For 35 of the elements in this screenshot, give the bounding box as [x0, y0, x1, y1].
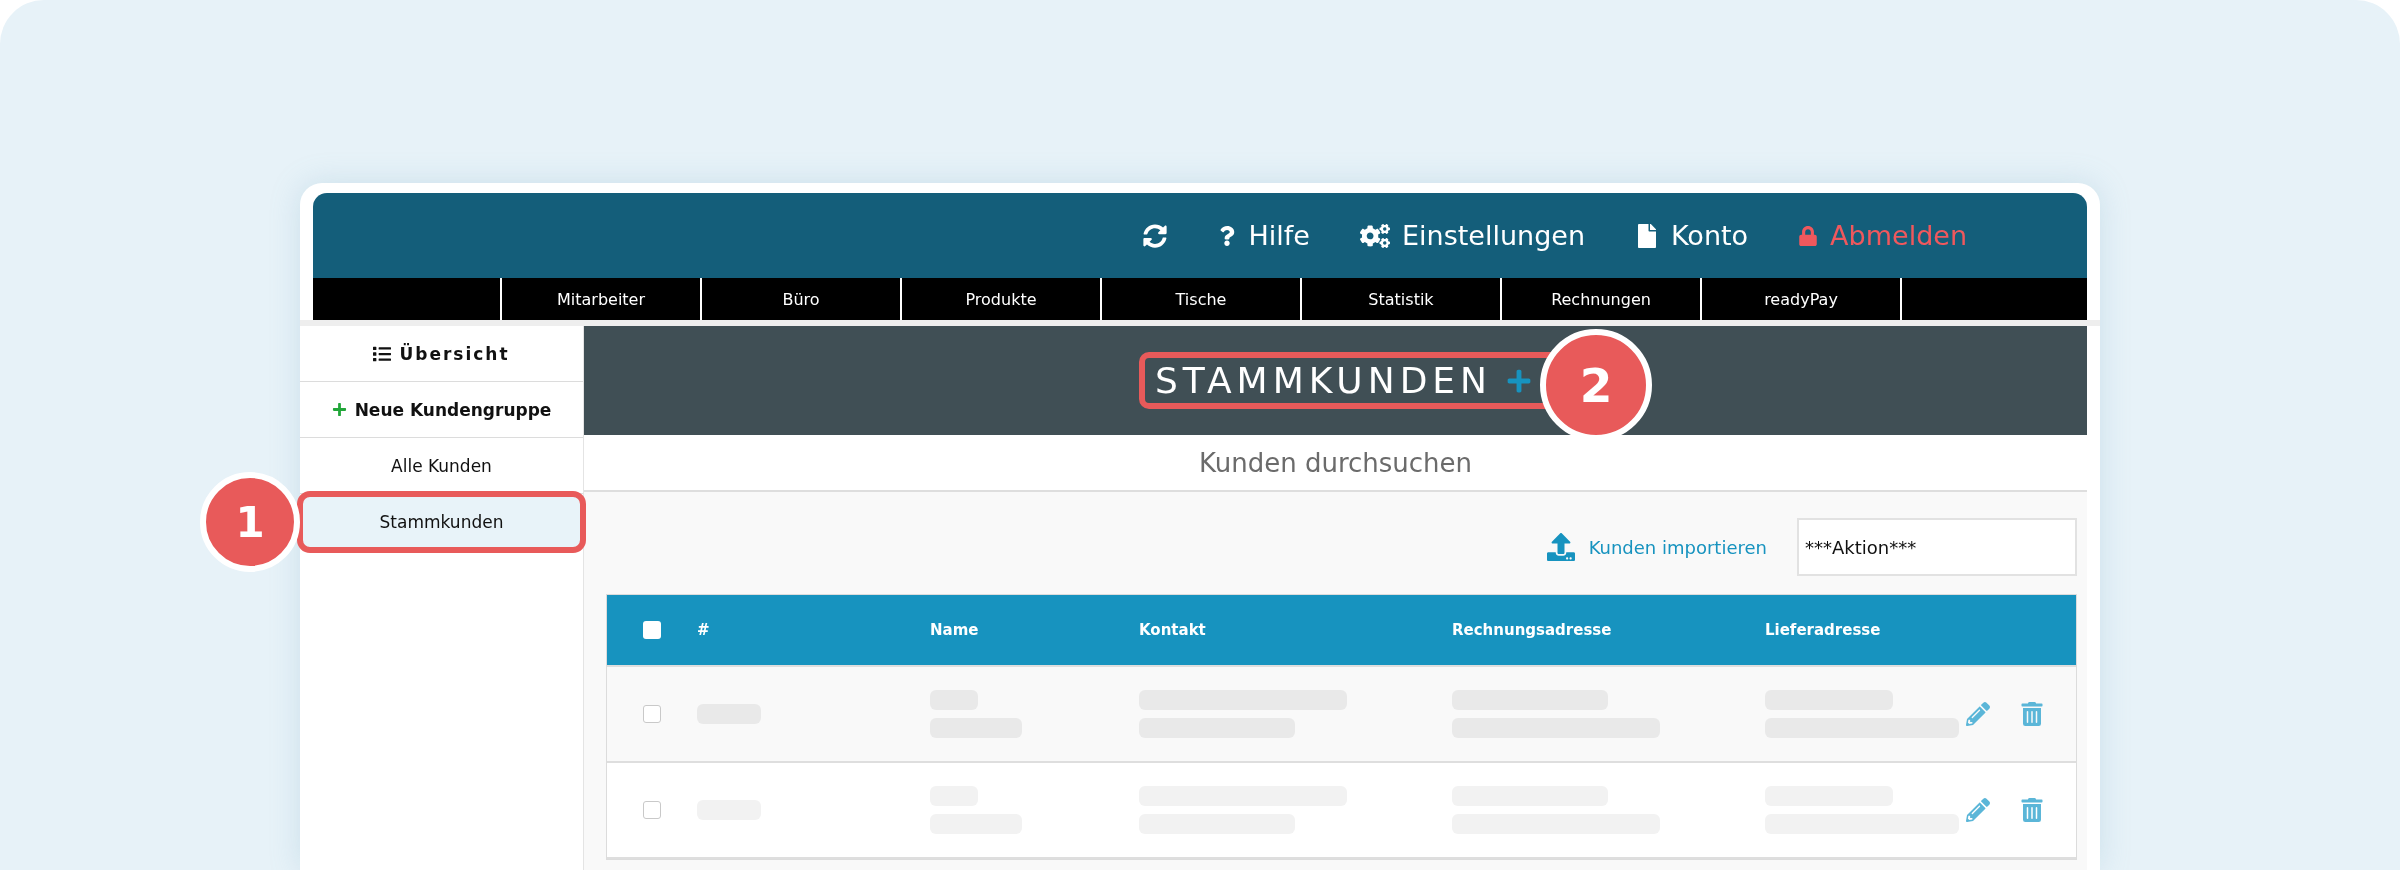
column-header: Kontakt — [1139, 621, 1207, 639]
refresh-button[interactable] — [1142, 223, 1167, 248]
list-icon — [373, 344, 392, 363]
document-icon — [1635, 223, 1659, 248]
sidebar-item[interactable]: Übersicht — [300, 326, 583, 382]
add-icon[interactable] — [1506, 367, 1533, 394]
callout-badge: 1 — [200, 472, 300, 572]
lock-icon — [1798, 225, 1819, 246]
column-header: Lieferadresse — [1765, 621, 1882, 639]
group-title: STAMMKUNDEN — [1154, 360, 1493, 401]
action-select[interactable]: ***Aktion*** — [1797, 518, 2077, 576]
trash-icon — [2020, 702, 2044, 726]
column-header: Name — [930, 621, 980, 639]
delete-button[interactable] — [2020, 702, 2044, 726]
search-toggle[interactable]: Kunden durchsuchen — [584, 435, 2087, 492]
plus-icon — [331, 402, 347, 417]
top-menu-link[interactable]: Hilfe — [1216, 220, 1310, 251]
edit-button[interactable] — [1966, 702, 1990, 726]
pencil-icon — [1966, 702, 1990, 726]
sidebar-item[interactable]: Neue Kundengruppe — [300, 382, 583, 438]
refresh-icon — [1142, 223, 1167, 248]
select-all-checkbox[interactable] — [643, 621, 661, 639]
edit-button[interactable] — [1966, 798, 1990, 822]
sidebar-item[interactable]: Stammkunden — [300, 494, 583, 550]
row-checkbox[interactable] — [643, 801, 661, 819]
trash-icon — [2020, 798, 2044, 822]
pencil-icon — [1966, 798, 1990, 822]
top-menu-link[interactable]: Einstellungen — [1359, 220, 1585, 251]
upload-icon — [1546, 533, 1575, 561]
sidebar-item[interactable]: Alle Kunden — [300, 438, 583, 494]
column-header: Rechnungsadresse — [1452, 621, 1613, 639]
delete-button[interactable] — [2020, 798, 2044, 822]
column-header: # — [697, 621, 711, 639]
row-checkbox[interactable] — [643, 705, 661, 723]
top-menu-link[interactable]: Konto — [1635, 220, 1749, 251]
